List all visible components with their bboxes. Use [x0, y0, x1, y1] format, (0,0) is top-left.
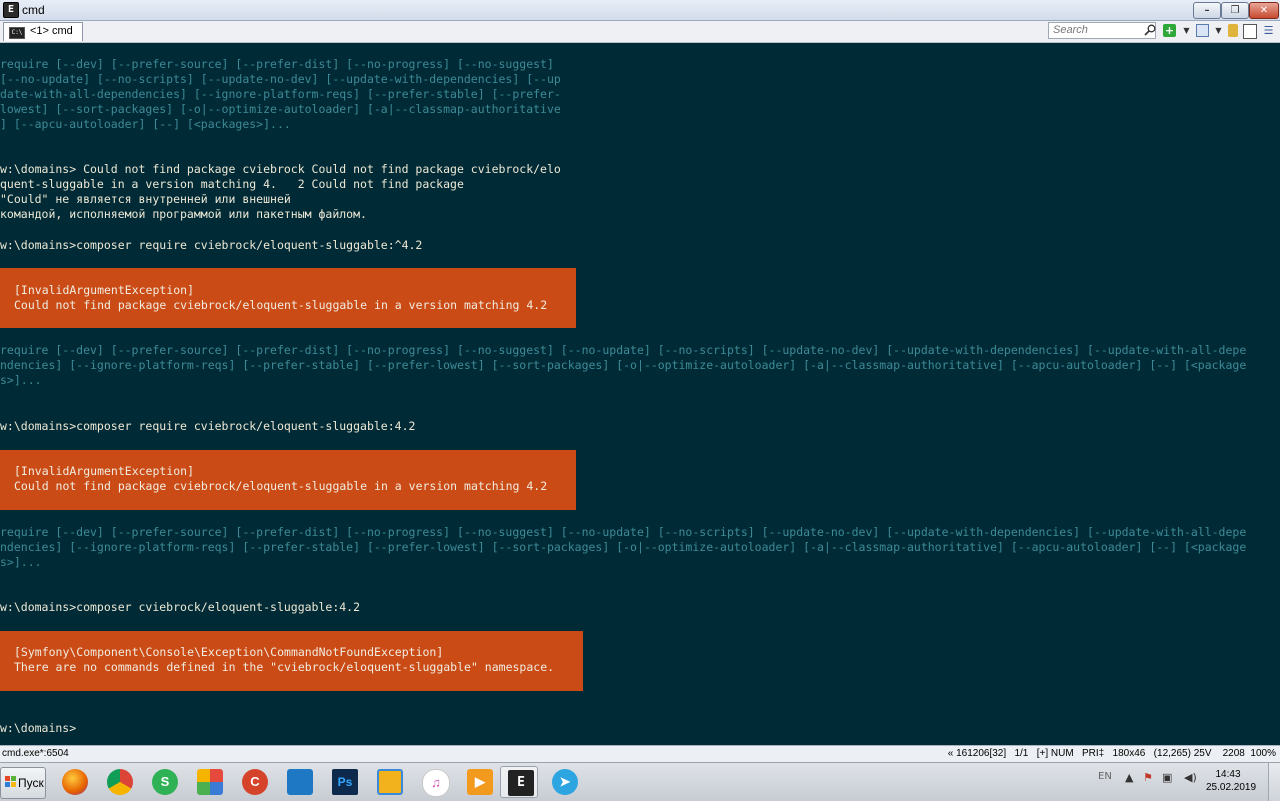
- minimize-button[interactable]: –: [1193, 2, 1221, 19]
- error-message: Could not find package cviebrock/eloquen…: [14, 479, 548, 493]
- chrome-icon: [107, 769, 133, 795]
- taskbar-app-itunes[interactable]: ♫: [415, 766, 453, 798]
- taskbar: Пуск S C Ps ♫ ▶ E ➤ EN ▲ ⚑ ▣ ◀) 14:43 25…: [0, 762, 1280, 801]
- media-player-icon: ▶: [467, 769, 493, 795]
- console-icon: C:\: [9, 27, 25, 39]
- taskbar-app-media-player[interactable]: ▶: [460, 766, 498, 798]
- error-message: Could not find package cviebrock/eloquen…: [14, 298, 548, 312]
- split-view-icon[interactable]: [1243, 24, 1257, 39]
- skype-green-icon: S: [152, 769, 178, 795]
- taskbar-app-vscode[interactable]: [280, 766, 318, 798]
- console-line: "Could" не является внутренней или внешн…: [0, 192, 291, 206]
- flag-alert-icon[interactable]: ⚑: [1143, 771, 1153, 784]
- console-prompt-line: w:\domains>composer require cviebrock/el…: [0, 419, 416, 433]
- tray-expand-icon[interactable]: ▲: [1125, 771, 1133, 784]
- tab-label: <1> cmd: [30, 25, 73, 37]
- console-output[interactable]: require [--dev] [--prefer-source] [--pre…: [0, 43, 1280, 745]
- firefox-icon: [62, 769, 88, 795]
- console-prompt-line: w:\domains>: [0, 721, 77, 735]
- console-line: s>]...: [0, 373, 42, 387]
- taskbar-app-conemu[interactable]: E: [500, 766, 538, 798]
- chevron-down-icon[interactable]: ▼: [1180, 24, 1193, 37]
- taskbar-app-grid[interactable]: [190, 766, 228, 798]
- maximize-button[interactable]: ❐: [1221, 2, 1249, 19]
- console-line: ] [--apcu-autoloader] [--] [<packages>].…: [0, 117, 291, 131]
- chevron-down-icon-2[interactable]: ▼: [1212, 24, 1225, 37]
- itunes-icon: ♫: [422, 769, 450, 797]
- console-prompt-line: w:\domains>composer cviebrock/eloquent-s…: [0, 600, 361, 614]
- console-line: s>]...: [0, 555, 42, 569]
- start-label: Пуск: [18, 776, 44, 790]
- console-line: [--no-update] [--no-scripts] [--update-n…: [0, 72, 561, 86]
- console-line: require [--dev] [--prefer-source] [--pre…: [0, 525, 1247, 539]
- window-title: cmd: [22, 3, 45, 17]
- error-message: There are no commands defined in the "cv…: [14, 660, 555, 674]
- menu-icon[interactable]: ☰: [1262, 24, 1275, 37]
- console-line: ndencies] [--ignore-platform-reqs] [--pr…: [0, 358, 1247, 372]
- search-icon[interactable]: [1144, 24, 1156, 36]
- ccleaner-icon: C: [242, 769, 268, 795]
- error-title: [InvalidArgumentException]: [14, 283, 195, 297]
- clock[interactable]: 14:43 25.02.2019: [1206, 768, 1257, 794]
- error-block: [InvalidArgumentException] Could not fin…: [0, 450, 576, 510]
- console-line: lowest] [--sort-packages] [-o|--optimize…: [0, 102, 561, 116]
- process-status[interactable]: cmd.exe*:6504: [2, 748, 69, 759]
- vscode-icon: [287, 769, 313, 795]
- console-line: w:\domains> Could not find package cvieb…: [0, 162, 561, 176]
- error-title: [InvalidArgumentException]: [14, 464, 195, 478]
- title-bar: E cmd – ❐ ✕: [0, 0, 1280, 21]
- show-desktop-button[interactable]: [1268, 763, 1280, 801]
- new-console-icon[interactable]: +: [1163, 24, 1176, 37]
- network-icon[interactable]: ▣: [1162, 771, 1172, 784]
- error-title: [Symfony\Component\Console\Exception\Com…: [14, 645, 444, 659]
- tab-cmd[interactable]: C:\ <1> cmd: [3, 22, 83, 41]
- window-layout-icon[interactable]: [1196, 24, 1209, 37]
- taskbar-app-notes[interactable]: [370, 766, 408, 798]
- console-line: quent-sluggable in a version matching 4.…: [0, 177, 464, 191]
- clock-time: 14:43: [1215, 769, 1241, 780]
- language-indicator[interactable]: EN: [1098, 771, 1112, 782]
- console-line: require [--dev] [--prefer-source] [--pre…: [0, 57, 554, 71]
- lock-icon[interactable]: [1228, 24, 1238, 37]
- conemu-app-icon[interactable]: E: [3, 2, 19, 18]
- clock-date: 25.02.2019: [1206, 782, 1257, 793]
- console-line: date-with-all-dependencies] [--ignore-pl…: [0, 87, 561, 101]
- taskbar-app-firefox[interactable]: [55, 766, 93, 798]
- search-input[interactable]: Search: [1048, 22, 1156, 39]
- taskbar-app-photoshop[interactable]: Ps: [325, 766, 363, 798]
- error-block: [Symfony\Component\Console\Exception\Com…: [0, 631, 583, 691]
- windows-flag-icon: [5, 776, 17, 788]
- taskbar-app-telegram[interactable]: ➤: [545, 766, 583, 798]
- taskbar-app-skype[interactable]: S: [145, 766, 183, 798]
- app-grid-icon: [197, 769, 223, 795]
- conemu-icon: E: [508, 770, 534, 796]
- notes-icon: [377, 769, 403, 795]
- close-button[interactable]: ✕: [1249, 2, 1279, 19]
- console-line: ndencies] [--ignore-platform-reqs] [--pr…: [0, 540, 1247, 554]
- photoshop-icon: Ps: [332, 769, 358, 795]
- start-button[interactable]: Пуск: [0, 767, 46, 799]
- error-block: [InvalidArgumentException] Could not fin…: [0, 268, 576, 328]
- status-bar: cmd.exe*:6504 « 161206[32] 1/1 [+] NUM P…: [0, 745, 1280, 762]
- taskbar-app-ccleaner[interactable]: C: [235, 766, 273, 798]
- console-prompt-line: w:\domains>composer require cviebrock/el…: [0, 238, 423, 252]
- tab-bar: C:\ <1> cmd Search + ▼ ▼ ☰: [0, 21, 1280, 43]
- volume-icon[interactable]: ◀): [1184, 771, 1197, 784]
- console-line: командой, исполняемой программой или пак…: [0, 207, 367, 221]
- console-line: require [--dev] [--prefer-source] [--pre…: [0, 343, 1247, 357]
- status-info[interactable]: « 161206[32] 1/1 [+] NUM PRI‡ 180x46 (12…: [948, 748, 1276, 759]
- taskbar-app-chrome[interactable]: [100, 766, 138, 798]
- telegram-icon: ➤: [552, 769, 578, 795]
